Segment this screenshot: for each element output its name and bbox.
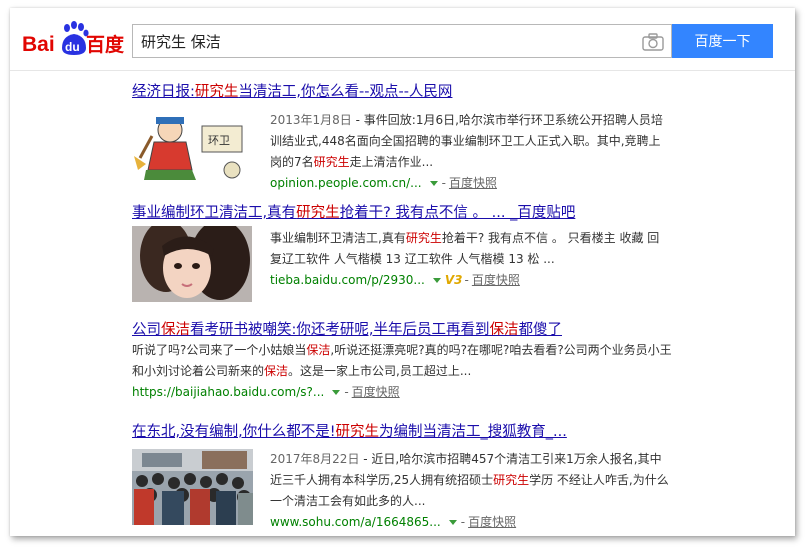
thumb-sign-text: 环卫: [208, 134, 230, 147]
dropdown-arrow-icon[interactable]: [332, 390, 341, 395]
search-button[interactable]: 百度一下: [672, 24, 773, 58]
snapshot-link[interactable]: 百度快照: [468, 515, 516, 529]
title-text: 看考研书被嘲笑:你还考研呢,半年后员工再看到: [190, 322, 490, 338]
result-url-line: opinion.people.com.cn/... - 百度快照: [270, 176, 497, 190]
result-url[interactable]: www.sohu.com/a/1664865...: [270, 515, 441, 529]
result-snippet: 2017年8月22日 - 近日,哈尔滨市招聘457个清洁工引来1万余人报名,其中…: [270, 449, 670, 532]
title-highlight: 研究生: [335, 424, 380, 440]
title-text: 经济日报:: [132, 84, 195, 100]
snippet-text: 事业编制环卫清洁工,真有: [270, 231, 406, 245]
result-thumbnail[interactable]: [132, 449, 253, 525]
browser-frame: Bai du 百度 百度一下 经济日报:研究生当清洁工,你怎么看--观点-: [10, 8, 795, 536]
result-url-line: www.sohu.com/a/1664865... - 百度快照: [270, 515, 517, 529]
result-url-line: tieba.baidu.com/p/2930... V3- 百度快照: [270, 273, 520, 287]
result-snippet: 事业编制环卫清洁工,真有研究生抢着干? 我有点不信 。 只看楼主 收藏 回复辽工…: [270, 228, 670, 290]
snippet-text: 走上清洁作业...: [349, 155, 434, 169]
title-text: 公司: [132, 322, 161, 338]
svg-text:Bai: Bai: [22, 33, 55, 56]
cartoon-cleaner-image: 环卫: [132, 108, 254, 183]
result-thumbnail[interactable]: [132, 226, 252, 302]
girl-portrait-image: [132, 226, 252, 302]
search-box: [132, 24, 672, 58]
result-thumbnail[interactable]: 环卫: [132, 108, 254, 183]
title-text: 事业编制环卫清洁工,真有: [132, 205, 297, 221]
result-url[interactable]: tieba.baidu.com/p/2930...: [270, 273, 425, 287]
snapshot-link[interactable]: 百度快照: [472, 273, 520, 287]
title-highlight: 研究生: [296, 205, 340, 221]
result-title-link[interactable]: 事业编制环卫清洁工,真有研究生抢着干? 我有点不信 。 ... _百度贴吧: [132, 201, 575, 222]
snippet-highlight: 保洁: [306, 343, 331, 357]
snippet-highlight: 研究生: [493, 473, 530, 487]
title-text: 都傻了: [518, 322, 563, 338]
snapshot-link[interactable]: 百度快照: [352, 385, 400, 399]
search-input[interactable]: [133, 25, 633, 57]
result-snippet: 听说了吗?公司来了一个小姑娘当保洁,听说还挺漂亮呢?真的吗?在哪呢?咱去看看?公…: [132, 340, 672, 402]
snippet-text: 。这是一家上市公司,员工超过上...: [288, 364, 472, 378]
result-title-link[interactable]: 公司保洁看考研书被嘲笑:你还考研呢,半年后员工再看到保洁都傻了: [132, 318, 562, 339]
title-highlight: 研究生: [194, 84, 239, 100]
title-highlight: 保洁: [161, 322, 190, 338]
svg-text:du: du: [65, 40, 80, 54]
v3-badge-icon: V3: [444, 273, 463, 287]
result-date: 2013年1月8日: [270, 113, 352, 127]
crowd-photo-image: [132, 449, 253, 525]
result-url-line: https://baijiahao.baidu.com/s?... - 百度快照: [132, 385, 400, 399]
snippet-highlight: 研究生: [405, 231, 442, 245]
dropdown-arrow-icon[interactable]: [448, 520, 457, 525]
result-title-link[interactable]: 经济日报:研究生当清洁工,你怎么看--观点--人民网: [132, 80, 452, 101]
dropdown-arrow-icon[interactable]: [432, 278, 441, 283]
snapshot-link[interactable]: 百度快照: [449, 176, 497, 190]
result-url[interactable]: https://baijiahao.baidu.com/s?...: [132, 385, 324, 399]
result-title-link[interactable]: 在东北,没有编制,你什么都不是!研究生为编制当清洁工_搜狐教育_...: [132, 420, 567, 441]
result-snippet: 2013年1月8日 - 事件回放:1月6日,哈尔滨市举行环卫系统公开招聘人员培训…: [270, 110, 670, 193]
baidu-logo[interactable]: Bai du 百度: [20, 18, 130, 58]
snippet-highlight: 保洁: [264, 364, 289, 378]
title-text: 在东北,没有编制,你什么都不是!: [132, 424, 336, 440]
dropdown-arrow-icon[interactable]: [429, 181, 438, 186]
camera-icon[interactable]: [642, 33, 664, 51]
title-text: 当清洁工,你怎么看--观点--人民网: [238, 84, 453, 100]
snippet-text: 听说了吗?公司来了一个小姑娘当: [132, 343, 307, 357]
search-header: Bai du 百度 百度一下: [10, 8, 795, 71]
title-text: 为编制当清洁工_搜狐教育_...: [379, 424, 567, 440]
svg-text:百度: 百度: [86, 33, 125, 56]
result-url[interactable]: opinion.people.com.cn/...: [270, 176, 422, 190]
snippet-highlight: 研究生: [313, 155, 350, 169]
title-highlight: 保洁: [489, 322, 519, 338]
result-date: 2017年8月22日: [270, 452, 360, 466]
title-text: 抢着干? 我有点不信 。 ... _百度贴吧: [339, 205, 576, 221]
